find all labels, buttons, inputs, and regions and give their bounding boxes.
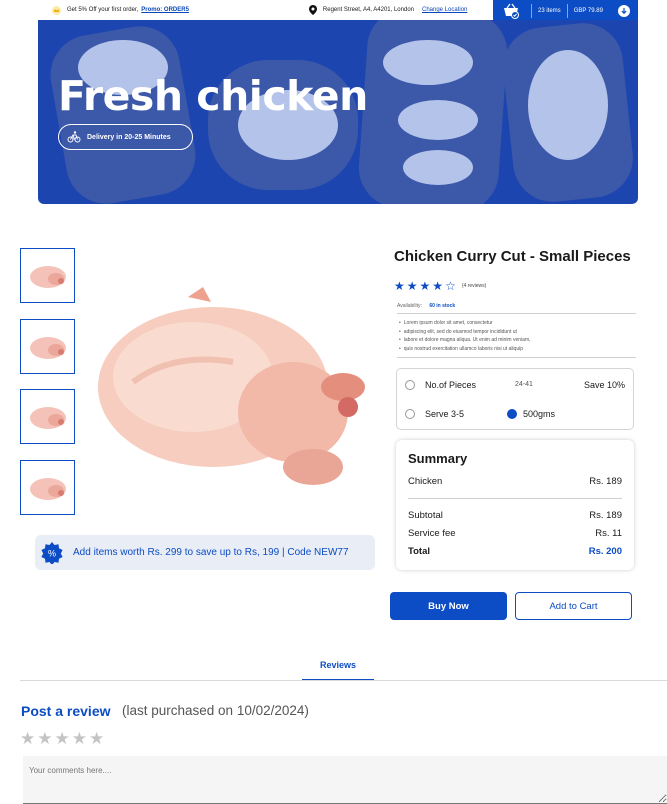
availability: Availability: 60 in stock [397, 303, 455, 309]
subtotal-label: Subtotal [408, 510, 443, 521]
delivery-time: Delivery in 20-25 Minutes [87, 133, 171, 141]
summary-item-row: Chicken Rs. 189 [408, 476, 622, 487]
post-review-title: Post a review [21, 703, 111, 719]
top-bar: Get 5% Off your first order, Promo: ORDE… [38, 0, 638, 22]
divider [566, 4, 568, 18]
product-thumbnail[interactable] [20, 319, 75, 374]
location: Regent Street, A4, A4201, London Change … [308, 5, 467, 15]
divider [408, 498, 622, 499]
tab-divider [20, 680, 667, 681]
review-rating-input[interactable]: ★ ★ ★ ★ ★ [20, 729, 106, 749]
star-empty-icon: ☆ [445, 279, 456, 293]
item-label: Chicken [408, 476, 443, 487]
basket-icon [497, 1, 525, 21]
star-filled-icon: ★ [432, 279, 444, 293]
star-empty-icon[interactable]: ★ [89, 729, 104, 749]
item-price: Rs. 189 [589, 476, 622, 487]
change-location-link[interactable]: Change Location [422, 7, 467, 13]
serve-label: Serve 3-5 [425, 409, 465, 419]
option-serve[interactable]: Serve 3-5 [405, 409, 464, 419]
total-label: Total [408, 546, 430, 557]
review-comment-field[interactable] [23, 756, 667, 804]
subtotal-row: Subtotal Rs. 189 [408, 510, 622, 521]
star-empty-icon[interactable]: ★ [20, 729, 35, 749]
service-fee-label: Service fee [408, 528, 456, 539]
buy-now-button[interactable]: Buy Now [390, 592, 507, 620]
offer-text: Add items worth Rs. 299 to save up to Rs… [73, 547, 349, 558]
product-main-image [98, 287, 365, 485]
product-description: Lorem ipsum dolor sit amet, consectetur … [399, 319, 531, 353]
last-purchased: (last purchased on 10/02/2024) [122, 703, 309, 718]
description-line: labore et dolore magna aliqua. Ut enim a… [399, 336, 531, 345]
availability-label: Availability: [397, 303, 422, 309]
pieces-radio[interactable] [405, 380, 415, 390]
subtotal-value: Rs. 189 [589, 510, 622, 521]
pieces-label: No.of Pieces [425, 380, 477, 390]
star-filled-icon: ★ [394, 279, 405, 293]
offer-banner: % Add items worth Rs. 299 to save up to … [35, 535, 375, 570]
star-empty-icon[interactable]: ★ [37, 729, 52, 749]
crown-icon [52, 5, 61, 15]
star-empty-icon[interactable]: ★ [55, 729, 70, 749]
product-thumbnail[interactable] [20, 389, 75, 444]
review-count[interactable]: (4 reviews) [462, 283, 486, 289]
delivery-time-pill: Delivery in 20-25 Minutes [58, 124, 193, 150]
add-to-cart-button[interactable]: Add to Cart [515, 592, 632, 620]
total-value: Rs. 200 [588, 546, 622, 557]
cart-total: GBP 79.89 [573, 8, 603, 14]
divider [397, 357, 636, 358]
option-pieces[interactable]: No.of Pieces [405, 380, 476, 390]
product-options: No.of Pieces 24-41 Save 10% Serve 3-5 50… [396, 368, 634, 430]
hero-image [383, 40, 473, 85]
service-fee-row: Service fee Rs. 11 [408, 528, 622, 539]
star-filled-icon: ★ [419, 279, 431, 293]
weight-radio[interactable] [507, 409, 517, 419]
description-line: Lorem ipsum dolor sit amet, consectetur [399, 319, 531, 328]
stock-count: 60 in stock [429, 303, 456, 309]
cart-summary[interactable]: 23 items GBP 79.89 [493, 0, 638, 22]
promo-code-link[interactable]: Promo: ORDER5 [141, 7, 189, 13]
description-line: adipiscing elit, sed do eiusmod tempor i… [399, 328, 531, 337]
arrow-down-icon[interactable] [618, 5, 630, 17]
bike-icon [67, 131, 81, 143]
hero-title: Fresh chicken [58, 72, 368, 120]
pieces-range: 24-41 [515, 381, 533, 388]
hero-image [528, 50, 608, 160]
summary-title: Summary [408, 451, 468, 466]
discount-badge-icon: % [41, 541, 63, 564]
location-pin-icon [308, 5, 317, 15]
order-summary: Summary Chicken Rs. 189 Subtotal Rs. 189… [396, 440, 634, 570]
promo-text: Get 5% Off your first order, [67, 7, 139, 13]
rating: ★ ★ ★ ★ ☆ (4 reviews) [394, 280, 486, 292]
service-fee-value: Rs. 11 [595, 528, 622, 539]
save-percentage: Save 10% [583, 380, 625, 390]
product-title: Chicken Curry Cut - Small Pieces [394, 248, 631, 265]
location-address: Regent Street, A4, A4201, London [322, 7, 414, 13]
product-thumbnail[interactable] [20, 460, 75, 515]
option-weight[interactable]: 500gms [507, 409, 555, 419]
promo-banner: Get 5% Off your first order, Promo: ORDE… [52, 5, 189, 15]
total-row: Total Rs. 200 [408, 546, 622, 557]
divider [531, 4, 532, 18]
divider [397, 313, 636, 314]
weight-label: 500gms [523, 409, 556, 419]
svg-text:%: % [48, 548, 56, 558]
hero-image [398, 100, 478, 140]
star-filled-icon: ★ [406, 279, 418, 293]
cart-item-count: 23 items [538, 8, 561, 14]
description-line: quis nostrud exercitation ullamco labori… [399, 345, 531, 354]
product-thumbnail[interactable] [20, 248, 75, 303]
tab-reviews[interactable]: Reviews [302, 660, 374, 681]
serve-radio[interactable] [405, 409, 415, 419]
hero-banner: Fresh chicken Delivery in 20-25 Minutes [38, 20, 638, 204]
hero-image [403, 150, 473, 185]
star-empty-icon[interactable]: ★ [72, 729, 87, 749]
